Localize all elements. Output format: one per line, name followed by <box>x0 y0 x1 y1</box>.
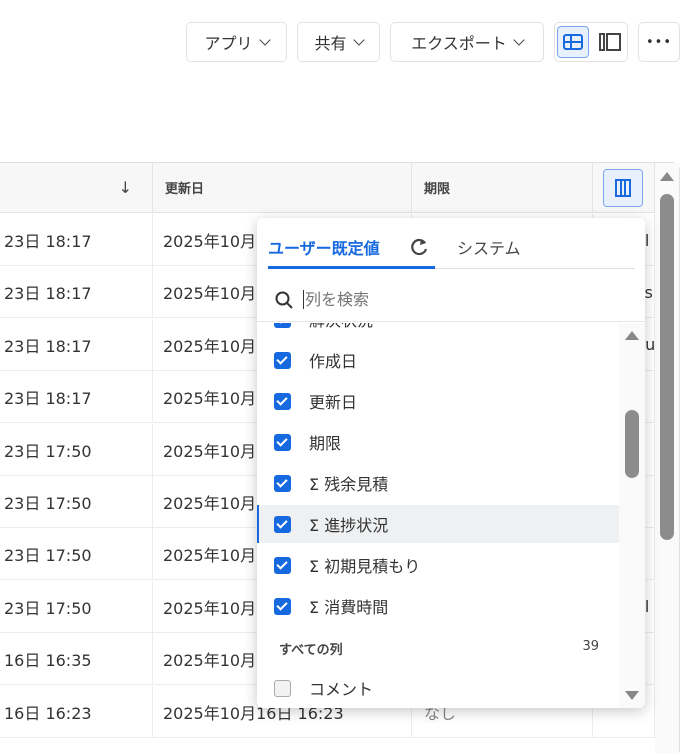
table-cell: 23日 17:50 <box>0 476 153 528</box>
columns-icon <box>615 178 631 197</box>
share-button[interactable]: 共有 <box>297 22 380 62</box>
checkbox[interactable] <box>274 597 291 615</box>
column-option[interactable]: Σ 消費時間 <box>257 587 619 625</box>
sort-down-icon: ↓ <box>118 178 132 197</box>
list-scrollbar[interactable] <box>619 323 645 708</box>
table-cell: 23日 18:17 <box>0 318 153 371</box>
tab-system[interactable]: システム <box>457 235 521 259</box>
column-search <box>257 278 645 322</box>
column-option-label: Σ 進捗状況 <box>309 516 389 535</box>
scrollbar-thumb[interactable] <box>625 410 639 478</box>
table-cell: 23日 17:50 <box>0 423 153 476</box>
more-icon: ••• <box>645 34 672 50</box>
column-option[interactable]: Σ 残余見積 <box>257 464 619 502</box>
table-icon <box>563 34 583 50</box>
table-cell: 23日 17:50 <box>0 528 153 581</box>
column-header-due[interactable]: 期限 <box>412 163 593 213</box>
scroll-up-icon[interactable] <box>625 331 639 340</box>
export-button[interactable]: エクスポート <box>390 22 544 62</box>
export-label: エクスポート <box>411 34 507 53</box>
view-toggle <box>554 22 628 62</box>
column-option[interactable]: コメント <box>257 669 619 707</box>
share-label: 共有 <box>314 34 347 53</box>
section-label: すべての列 <box>279 643 343 658</box>
scroll-down-icon[interactable] <box>625 691 639 700</box>
checkbox[interactable] <box>274 433 291 451</box>
column-option-label: 更新日 <box>309 393 358 412</box>
table-cell: 23日 17:50 <box>0 580 153 633</box>
tab-user-defaults[interactable]: ユーザー既定値 <box>268 235 380 259</box>
apps-label: アプリ <box>204 34 253 53</box>
column-option-label: コメント <box>309 680 374 699</box>
table-cell: 23日 18:17 <box>0 266 153 319</box>
column-header-updated[interactable]: 更新日 <box>153 163 412 213</box>
column-option[interactable]: 期限 <box>257 423 619 461</box>
scrollbar-thumb[interactable] <box>660 194 674 540</box>
column-option-label: Σ 初期見積もり <box>309 557 421 576</box>
chevron-down-icon <box>352 34 365 46</box>
table-cell: 23日 18:17 <box>0 371 153 424</box>
checkbox[interactable] <box>274 679 291 697</box>
split-view-icon <box>599 33 621 51</box>
header-label: 期限 <box>424 182 451 197</box>
table-cell: 23日 18:17 <box>0 214 153 266</box>
column-option[interactable]: Σ 初期見積もり <box>257 546 619 584</box>
table-view-button[interactable] <box>557 26 589 58</box>
apps-button[interactable]: アプリ <box>186 22 287 62</box>
checkbox[interactable] <box>274 323 291 328</box>
header-label: 更新日 <box>165 182 205 197</box>
checkbox[interactable] <box>274 515 291 533</box>
column-option-label: 作成日 <box>309 352 358 371</box>
search-icon <box>275 291 293 309</box>
reset-icon[interactable] <box>409 237 429 257</box>
column-picker-popup: ユーザー既定値 システム 解決状況作成日更新日期限 Σ 残余見積 Σ 進捗状況 Σ 初… <box>257 218 645 708</box>
column-option[interactable]: 作成日 <box>257 341 619 379</box>
table-scrollbar[interactable] <box>655 163 679 753</box>
scroll-up-icon[interactable] <box>660 172 674 181</box>
column-header-extra <box>593 163 655 213</box>
active-tab-indicator <box>268 266 435 269</box>
checkbox[interactable] <box>274 351 291 369</box>
column-option[interactable]: 更新日 <box>257 382 619 420</box>
checkbox[interactable] <box>274 556 291 574</box>
table-cell: 16日 16:23 <box>0 685 153 738</box>
column-option[interactable]: Σ 進捗状況 <box>257 505 619 543</box>
split-view-button[interactable] <box>595 26 625 58</box>
more-button[interactable]: ••• <box>638 22 680 62</box>
column-option-label: 解決状況 <box>309 323 373 331</box>
column-header-created[interactable]: ↓ <box>0 163 153 213</box>
table-cell: 16日 16:35 <box>0 633 153 686</box>
checkbox[interactable] <box>274 392 291 410</box>
column-option-label: Σ 消費時間 <box>309 598 389 617</box>
checkbox[interactable] <box>274 474 291 492</box>
column-picker-button[interactable] <box>603 168 643 207</box>
chevron-down-icon <box>258 34 271 46</box>
column-option[interactable]: 解決状況 <box>257 323 619 338</box>
chevron-down-icon <box>513 34 525 46</box>
column-option-label: Σ 残余見積 <box>309 475 389 494</box>
column-search-input[interactable] <box>303 290 603 309</box>
section-count: 39 <box>582 639 599 654</box>
section-all-columns: すべての列 39 <box>279 639 599 658</box>
column-option-label: 期限 <box>309 434 342 453</box>
